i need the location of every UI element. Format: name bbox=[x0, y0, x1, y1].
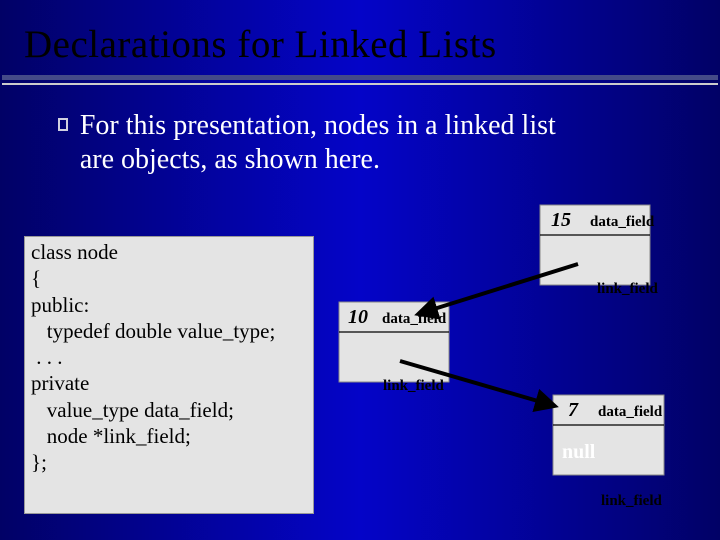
node-a-link-label: link_field bbox=[597, 281, 659, 297]
null-label: null bbox=[562, 441, 596, 463]
node-c-value: 7 bbox=[568, 399, 579, 421]
node-c-link-label: link_field bbox=[601, 493, 663, 509]
title-rule bbox=[0, 75, 720, 85]
bullet-item: For this presentation, nodes in a linked… bbox=[58, 109, 588, 176]
slide-title: Declarations for Linked Lists bbox=[0, 0, 720, 67]
node-b-value: 10 bbox=[348, 306, 368, 328]
code-block: class node { public: typedef double valu… bbox=[24, 236, 314, 514]
node-a-value: 15 bbox=[551, 209, 571, 231]
bullet-text: For this presentation, nodes in a linked… bbox=[80, 109, 588, 176]
bullet-square-icon bbox=[58, 118, 68, 131]
node-b-link-label: link_field bbox=[383, 378, 445, 394]
node-b-data-label: data_field bbox=[382, 311, 447, 327]
node-a-data-label: data_field bbox=[590, 214, 655, 230]
node-c-data-label: data_field bbox=[598, 404, 663, 420]
